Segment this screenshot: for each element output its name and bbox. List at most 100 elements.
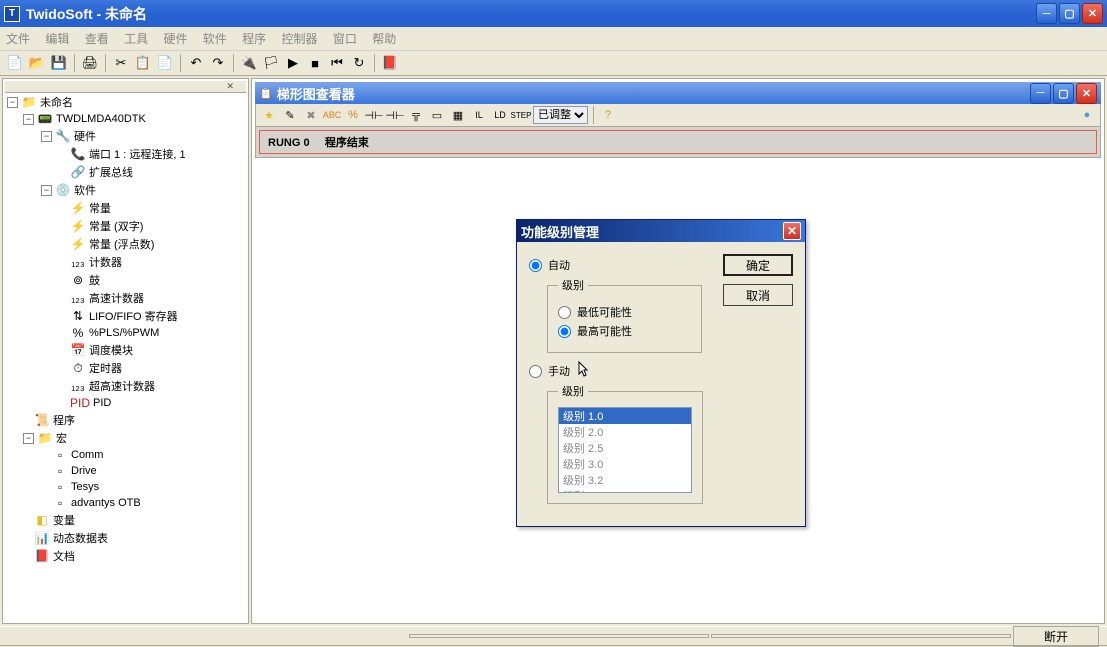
undo-icon[interactable]: ↶ — [187, 54, 205, 72]
radio-auto-input[interactable] — [529, 259, 542, 272]
zoom-select[interactable]: 已调整 — [533, 106, 588, 124]
run-icon[interactable]: 🏳 — [262, 54, 280, 72]
tree-sw-pls[interactable]: %%PLS/%PWM — [5, 325, 246, 341]
tool-1-icon[interactable]: ★ — [260, 106, 278, 124]
radio-highest[interactable]: 最高可能性 — [558, 323, 691, 339]
tool-il-icon[interactable]: IL — [470, 106, 488, 124]
menu-software[interactable]: 软件 — [203, 32, 227, 46]
tree-sw-float[interactable]: ⚡常量 (浮点数) — [5, 235, 246, 253]
rewind-icon[interactable]: ⏮ — [328, 54, 346, 72]
tree-sw-hsc[interactable]: ₁₂₃高速计数器 — [5, 289, 246, 307]
sync-icon[interactable]: ↻ — [350, 54, 368, 72]
tool-ld-icon[interactable]: LD — [491, 106, 509, 124]
child-close-button[interactable]: ✕ — [1076, 83, 1097, 104]
menu-help[interactable]: 帮助 — [372, 32, 396, 46]
radio-manual[interactable]: 手动 — [529, 363, 793, 379]
radio-manual-input[interactable] — [529, 365, 542, 378]
tool-step-icon[interactable]: STEP — [512, 106, 530, 124]
dialog-close-button[interactable]: ✕ — [783, 222, 801, 240]
tree-software[interactable]: −💿软件 — [5, 181, 246, 199]
minimize-button[interactable]: ─ — [1036, 3, 1057, 24]
new-icon[interactable]: 📄 — [6, 54, 24, 72]
menu-edit[interactable]: 编辑 — [45, 32, 69, 46]
tool-coil-icon[interactable]: ⊣⊢ — [386, 106, 404, 124]
tree-sw-dword[interactable]: ⚡常量 (双字) — [5, 217, 246, 235]
tree-root[interactable]: −📁未命名 — [5, 93, 246, 111]
level-item[interactable]: 级别 2.5 — [559, 440, 691, 456]
tree-macro-drive[interactable]: ▫Drive — [5, 463, 246, 479]
tree-port[interactable]: 📞端口 1 : 远程连接, 1 — [5, 145, 246, 163]
maximize-button[interactable]: ▢ — [1059, 3, 1080, 24]
cut-icon[interactable]: ✂ — [112, 54, 130, 72]
tree-program[interactable]: 📜程序 — [5, 411, 246, 429]
level-item[interactable]: 级别 3.2 — [559, 472, 691, 488]
tool-contact-icon[interactable]: ⊣⊢ — [365, 106, 383, 124]
print-icon[interactable]: 🖨 — [81, 54, 99, 72]
radio-highest-input[interactable] — [558, 325, 571, 338]
main-titlebar: T TwidoSoft - 未命名 ─ ▢ ✕ — [0, 0, 1107, 27]
connect-icon[interactable]: 🔌 — [240, 54, 258, 72]
tool-branch-icon[interactable]: ╦ — [407, 106, 425, 124]
tree-macro-otb[interactable]: ▫advantys OTB — [5, 495, 246, 511]
rung-0[interactable]: RUNG 0 程序结束 — [259, 130, 1097, 154]
tree-sw-timer[interactable]: ⏱定时器 — [5, 359, 246, 377]
copy-icon[interactable]: 📋 — [134, 54, 152, 72]
radio-lowest[interactable]: 最低可能性 — [558, 304, 691, 320]
tool-rung-icon[interactable]: ▭ — [428, 106, 446, 124]
level-item[interactable]: 级别 3.0 — [559, 456, 691, 472]
radio-lowest-input[interactable] — [558, 306, 571, 319]
ladder-title: 梯形图查看器 — [277, 84, 1030, 103]
tree-sw-drum[interactable]: ⊚鼓 — [5, 271, 246, 289]
tree-doc[interactable]: 📕文档 — [5, 547, 246, 565]
tool-2-icon[interactable]: ✎ — [281, 106, 299, 124]
ladder-content: RUNG 0 程序结束 — [255, 127, 1101, 158]
save-icon[interactable]: 💾 — [50, 54, 68, 72]
main-toolbar: 📄 📂 💾 🖨 ✂ 📋 📄 ↶ ↷ 🔌 🏳 ▶ ■ ⏮ ↻ 📕 — [0, 51, 1107, 76]
tree-macro-comm[interactable]: ▫Comm — [5, 447, 246, 463]
dialog-titlebar: 功能级别管理 ✕ — [517, 220, 805, 242]
tree-hardware[interactable]: −🔧硬件 — [5, 127, 246, 145]
tree-macro[interactable]: −📁宏 — [5, 429, 246, 447]
redo-icon[interactable]: ↷ — [209, 54, 227, 72]
tree-device[interactable]: −📟TWDLMDA40DTK — [5, 111, 246, 127]
tree-expbus[interactable]: 🔗扩展总线 — [5, 163, 246, 181]
tree-macro-tesys[interactable]: ▫Tesys — [5, 479, 246, 495]
tree-sw-pid[interactable]: PIDPID — [5, 395, 246, 411]
play-icon[interactable]: ▶ — [284, 54, 302, 72]
help-icon[interactable]: ? — [599, 106, 617, 124]
tree-sw-vhsc[interactable]: ₁₂₃超高速计数器 — [5, 377, 246, 395]
tree-sw-const[interactable]: ⚡常量 — [5, 199, 246, 217]
paste-icon[interactable]: 📄 — [156, 54, 174, 72]
tree-sw-fifo[interactable]: ⇅LIFO/FIFO 寄存器 — [5, 307, 246, 325]
menu-view[interactable]: 查看 — [85, 32, 109, 46]
tree-vars[interactable]: ◧变量 — [5, 511, 246, 529]
ok-button[interactable]: 确定 — [723, 254, 793, 276]
child-maximize-button[interactable]: ▢ — [1053, 83, 1074, 104]
menu-program[interactable]: 程序 — [242, 32, 266, 46]
tool-grid-icon[interactable]: ▦ — [449, 106, 467, 124]
level-list[interactable]: 级别 1.0 级别 2.0 级别 2.5 级别 3.0 级别 3.2 级别 3.… — [558, 407, 692, 493]
menu-hardware[interactable]: 硬件 — [163, 32, 187, 46]
close-button[interactable]: ✕ — [1082, 3, 1103, 24]
tool-abc-icon[interactable]: ABC — [323, 106, 341, 124]
level-item[interactable]: 级别 3.5 — [559, 488, 691, 493]
child-minimize-button[interactable]: ─ — [1030, 83, 1051, 104]
tree-sw-counter[interactable]: ₁₂₃计数器 — [5, 253, 246, 271]
menu-file[interactable]: 文件 — [6, 32, 30, 46]
level-item[interactable]: 级别 1.0 — [559, 408, 691, 424]
menubar: 文件 编辑 查看 工具 硬件 软件 程序 控制器 窗口 帮助 — [0, 27, 1107, 51]
menu-tools[interactable]: 工具 — [124, 32, 148, 46]
manual-group: 级别 级别 1.0 级别 2.0 级别 2.5 级别 3.0 级别 3.2 级别… — [547, 383, 703, 504]
project-tree[interactable]: ✕ −📁未命名 −📟TWDLMDA40DTK −🔧硬件 📞端口 1 : 远程连接… — [2, 78, 249, 624]
tool-pct-icon[interactable]: % — [344, 106, 362, 124]
level-item[interactable]: 级别 2.0 — [559, 424, 691, 440]
menu-window[interactable]: 窗口 — [333, 32, 357, 46]
stop-icon[interactable]: ■ — [306, 54, 324, 72]
tree-dyn[interactable]: 📊动态数据表 — [5, 529, 246, 547]
open-icon[interactable]: 📂 — [28, 54, 46, 72]
tree-sw-sched[interactable]: 📅调度模块 — [5, 341, 246, 359]
help-icon[interactable]: 📕 — [381, 54, 399, 72]
menu-controller[interactable]: 控制器 — [282, 32, 318, 46]
cancel-button[interactable]: 取消 — [723, 284, 793, 306]
tool-3-icon[interactable]: ✖ — [302, 106, 320, 124]
